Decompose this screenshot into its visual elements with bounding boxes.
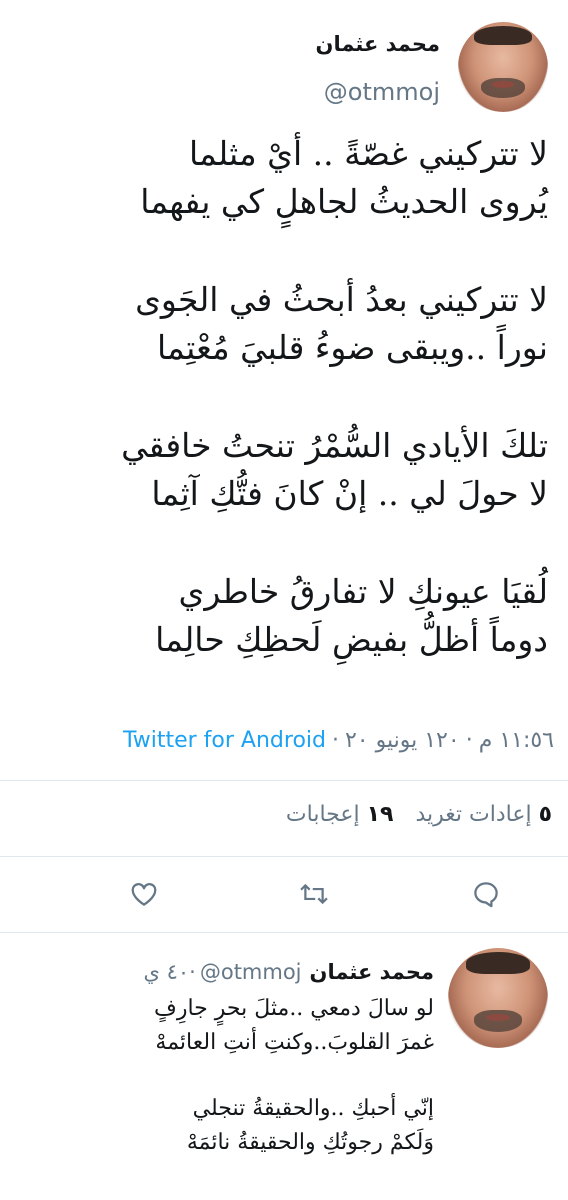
author-handle[interactable]: @otmmoj (324, 78, 440, 106)
poem-line: لا تتركيني بعدُ أبحثُ في الجَوى (135, 280, 548, 319)
tweet-stats: ٥ إعادات تغريد ١٩ إعجابات (264, 802, 552, 827)
stanza: تلكَ الأيادي السُّمْرُ تنحتُ خافقي لا حو… (16, 422, 548, 518)
reply-line: وَلَكمْ رجوتُكِ والحقيقةُ نائمَهْ (186, 1130, 434, 1155)
tweet-source-link[interactable]: Twitter for Android (123, 728, 326, 753)
reply-line: غمرَ القلوبَ..وكنتِ أنتِ العائمهْ (155, 1030, 434, 1055)
reply-button[interactable] (466, 876, 506, 912)
reply-text: لو سالَ دمعي ..مثلَ بحرٍ جارِفٍ غمرَ الق… (14, 992, 434, 1192)
tweet-actions (0, 876, 568, 916)
reply-author-name[interactable]: محمد عثمان (310, 960, 434, 984)
author-avatar[interactable] (458, 22, 548, 112)
poem-line: تلكَ الأيادي السُّمْرُ تنحتُ خافقي (121, 426, 548, 465)
stanza: لُقيَا عيونكِ لا تفارقُ خاطري دوماً أظلُ… (16, 568, 548, 664)
reply-stanza: إنّي أحبكِ ..والحقيقةُ تنجلي وَلَكمْ رجو… (14, 1092, 434, 1160)
tweet-meta: ١١:٥٦ م · ١٢٠ يونيو ٢٠ · Twitter for And… (14, 728, 554, 753)
poem-line: يُروى الحديثُ لجاهلٍ كي يفهما (140, 182, 548, 221)
poem-line: لا حولَ لي .. إنْ كانَ فتُّكِ آثِما (151, 474, 548, 513)
like-button[interactable] (124, 876, 164, 912)
retweets-count: ٥ (538, 802, 552, 827)
stanza: لا تتركيني بعدُ أبحثُ في الجَوى نوراً ..… (16, 276, 548, 372)
reply-separator: · (189, 960, 196, 984)
poem-line: نوراً ..ويبقى ضوءُ قلبيَ مُعْتِما (157, 328, 548, 367)
retweets-stat[interactable]: ٥ إعادات تغريد (415, 802, 552, 827)
reply-line: إنّي أحبكِ ..والحقيقةُ تنجلي (192, 1096, 434, 1121)
reply-line: لو سالَ دمعي ..مثلَ بحرٍ جارِفٍ (154, 996, 434, 1021)
reply-stanza: لو سالَ دمعي ..مثلَ بحرٍ جارِفٍ غمرَ الق… (14, 992, 434, 1060)
poem-line: لا تتركيني غصّةً .. أيْ مثلما (189, 134, 548, 173)
reply-header: محمد عثمان @otmmoj · ٤٠ ي (143, 960, 434, 984)
poem-line: دوماً أظلُّ بفيضِ لَحظِكِ حالِما (155, 620, 548, 659)
tweet-detail-page: محمد عثمان @otmmoj لا تتركيني غصّةً .. أ… (0, 0, 568, 1200)
retweet-button[interactable] (294, 876, 334, 912)
reply-author-avatar[interactable] (448, 948, 548, 1048)
meta-separator: · (465, 728, 473, 753)
retweet-icon (300, 883, 328, 905)
tweet-date: ١٢٠ يونيو ٢٠ (344, 728, 460, 753)
reply-icon (474, 882, 498, 908)
likes-count: ١٩ (366, 802, 394, 827)
poem-line: لُقيَا عيونكِ لا تفارقُ خاطري (178, 572, 548, 611)
author-name[interactable]: محمد عثمان (316, 32, 440, 56)
tweet-time: ١١:٥٦ م (478, 728, 554, 753)
reply-author-handle[interactable]: @otmmoj (200, 960, 302, 984)
stanza: لا تتركيني غصّةً .. أيْ مثلما يُروى الحد… (16, 130, 548, 226)
tweet-text: لا تتركيني غصّةً .. أيْ مثلما يُروى الحد… (16, 130, 548, 714)
retweets-label: إعادات تغريد (415, 802, 532, 827)
tweet-header: محمد عثمان @otmmoj (0, 0, 568, 122)
divider (0, 932, 568, 933)
divider (0, 780, 568, 781)
reply-time: ٤٠ ي (143, 960, 190, 984)
likes-label: إعجابات (285, 802, 360, 827)
like-icon (131, 883, 157, 906)
divider (0, 856, 568, 857)
meta-separator: · (331, 728, 339, 753)
likes-stat[interactable]: ١٩ إعجابات (286, 802, 394, 827)
